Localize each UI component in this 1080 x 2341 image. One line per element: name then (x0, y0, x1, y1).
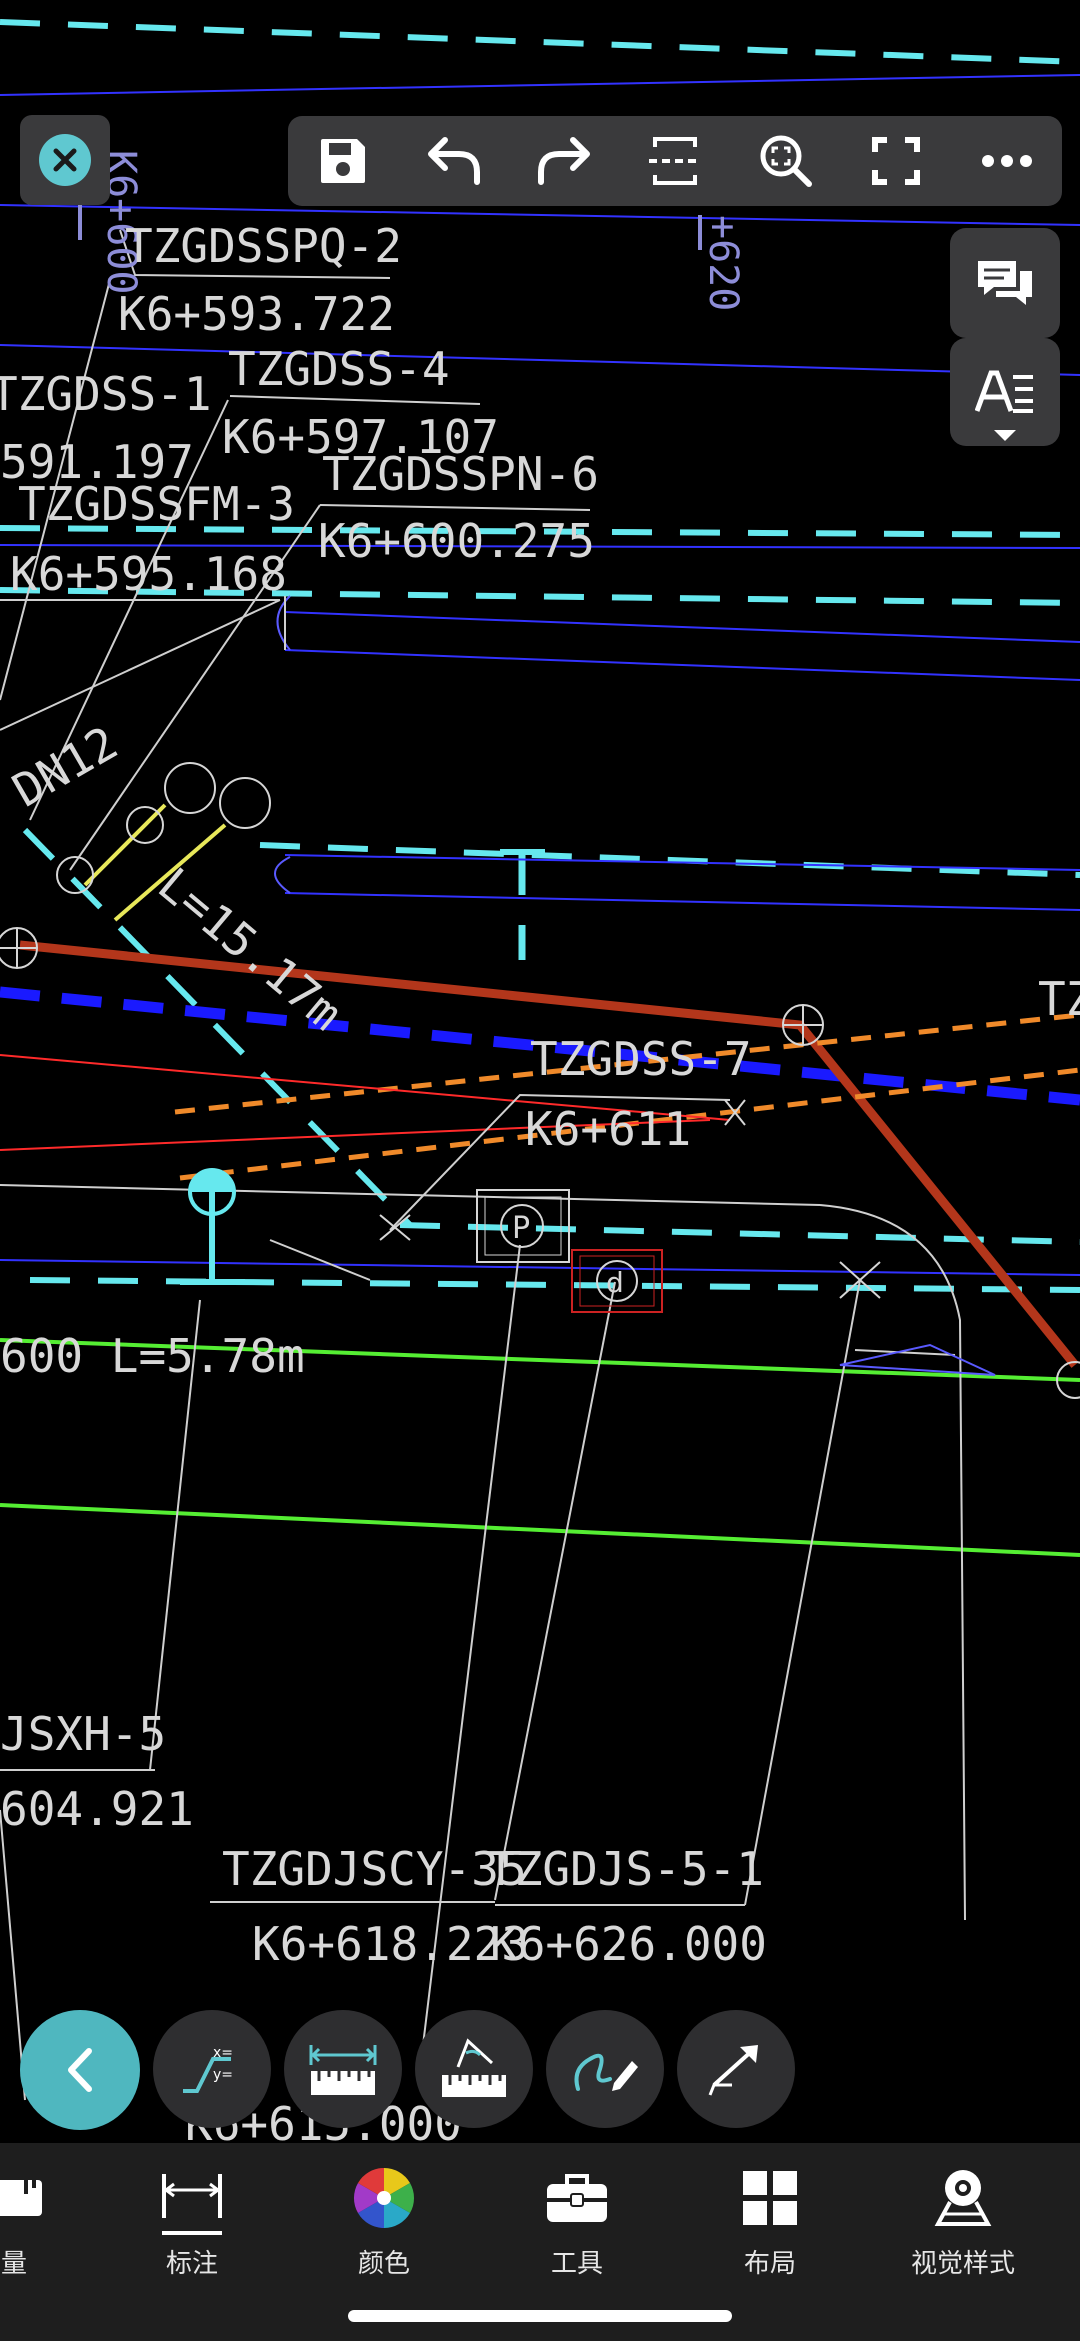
home-indicator (348, 2310, 732, 2322)
undo-icon (427, 137, 480, 185)
tab-label: 工具 (550, 2249, 603, 2279)
fullscreen-icon (872, 137, 921, 185)
tab-label: 视觉样式 (910, 2249, 1015, 2279)
top-toolbar (288, 116, 1062, 206)
close-icon (39, 134, 91, 186)
cad-label: TZGDSS-4 (228, 342, 450, 396)
cad-label: 600 L=5.78m (0, 1329, 305, 1383)
distance-tool-button[interactable] (284, 2010, 402, 2128)
cad-label: K6+618.223 (252, 1917, 529, 1971)
svg-text:P: P (512, 1211, 530, 1246)
svg-text:x=: x= (213, 2045, 233, 2061)
tab-active-underline (162, 2231, 222, 2235)
ruler-icon (0, 2180, 42, 2216)
cad-label: TZGDSSPQ-2 (125, 219, 402, 273)
coordinate-icon: x= y= (183, 2045, 233, 2093)
sketch-tool-button[interactable] (546, 2010, 664, 2128)
tab-label: 颜色 (357, 2249, 410, 2279)
redo-button[interactable] (524, 121, 604, 201)
distance-ruler-icon (309, 2045, 377, 2095)
tab-measure[interactable]: 量 (0, 2163, 84, 2280)
tab-annotate[interactable]: 标注 (122, 2163, 262, 2280)
pen-sketch-icon (574, 2053, 638, 2091)
color-wheel-icon (353, 2168, 415, 2228)
more-button[interactable] (967, 121, 1047, 201)
redo-icon (538, 137, 591, 185)
back-button[interactable] (20, 2010, 140, 2130)
cad-label: K6+611 (525, 1102, 691, 1156)
cad-label: TZGDSSFM-3 (18, 477, 295, 531)
save-icon (321, 139, 366, 183)
chevron-down-icon (994, 430, 1016, 441)
cad-label: 604.921 (0, 1782, 194, 1836)
cad-label: TZGDSS-7 (530, 1032, 752, 1086)
fullscreen-button[interactable] (856, 121, 936, 201)
tab-label: 量 (0, 2249, 27, 2279)
leader-tool-button[interactable] (677, 2010, 795, 2128)
tab-tools[interactable]: 工具 (507, 2163, 647, 2280)
layout-icon (743, 2171, 797, 2225)
save-button[interactable] (303, 121, 383, 201)
svg-text:y=: y= (213, 2067, 233, 2083)
tab-visual-style[interactable]: 视觉样式 (893, 2163, 1033, 2280)
cad-label: TZ (1038, 972, 1080, 1026)
comment-icon (978, 261, 1032, 305)
cyan-dashed-lines (0, 19, 1080, 1293)
section-icon (648, 137, 701, 185)
cad-label: DN12 (4, 715, 127, 817)
text-style-icon (975, 370, 1033, 413)
cad-label: TZGDJSCY-35 (222, 1842, 527, 1896)
more-icon (981, 155, 1032, 167)
text-style-button[interactable] (950, 338, 1060, 446)
section-button[interactable] (635, 121, 715, 201)
tab-color[interactable]: 颜色 (314, 2163, 454, 2280)
cad-label: TZGDJS-5-1 (487, 1842, 764, 1896)
cad-label: JSXH-5 (0, 1707, 166, 1761)
cad-label: K6+595.168 (10, 547, 287, 601)
cad-label: TZGDSS-1 (0, 367, 212, 421)
d-symbol: d (571, 1249, 663, 1313)
toolbox-icon (547, 2174, 607, 2222)
zoom-icon (760, 135, 812, 187)
tab-layout[interactable]: 布局 (700, 2163, 840, 2280)
angle-ruler-icon (442, 2038, 506, 2097)
cad-drawing-canvas[interactable]: P d K6+600 +620 TZGDSSPQ-2 K6+593.722 TZ… (0, 0, 1080, 2341)
chevron-left-icon (68, 2048, 92, 2092)
visual-style-icon (934, 2170, 992, 2226)
cyan-marker (180, 1168, 245, 1285)
coordinate-tool-button[interactable]: x= y= (153, 2010, 271, 2128)
tab-label: 布局 (743, 2249, 796, 2279)
leader-arrow-icon (708, 2045, 758, 2096)
tab-label: 标注 (165, 2249, 218, 2279)
cad-label: K6+626.000 (490, 1917, 767, 1971)
dimension-icon (162, 2174, 222, 2218)
station-label: +620 (700, 215, 746, 311)
close-button[interactable] (20, 115, 110, 205)
cad-label: K6+600.275 (318, 514, 595, 568)
undo-button[interactable] (414, 121, 494, 201)
angle-tool-button[interactable] (415, 2010, 533, 2128)
comment-button[interactable] (950, 228, 1060, 338)
cad-label: K6+593.722 (118, 287, 395, 341)
cad-label: TZGDSSPN-6 (322, 447, 599, 501)
zoom-button[interactable] (746, 121, 826, 201)
svg-text:d: d (606, 1266, 624, 1299)
